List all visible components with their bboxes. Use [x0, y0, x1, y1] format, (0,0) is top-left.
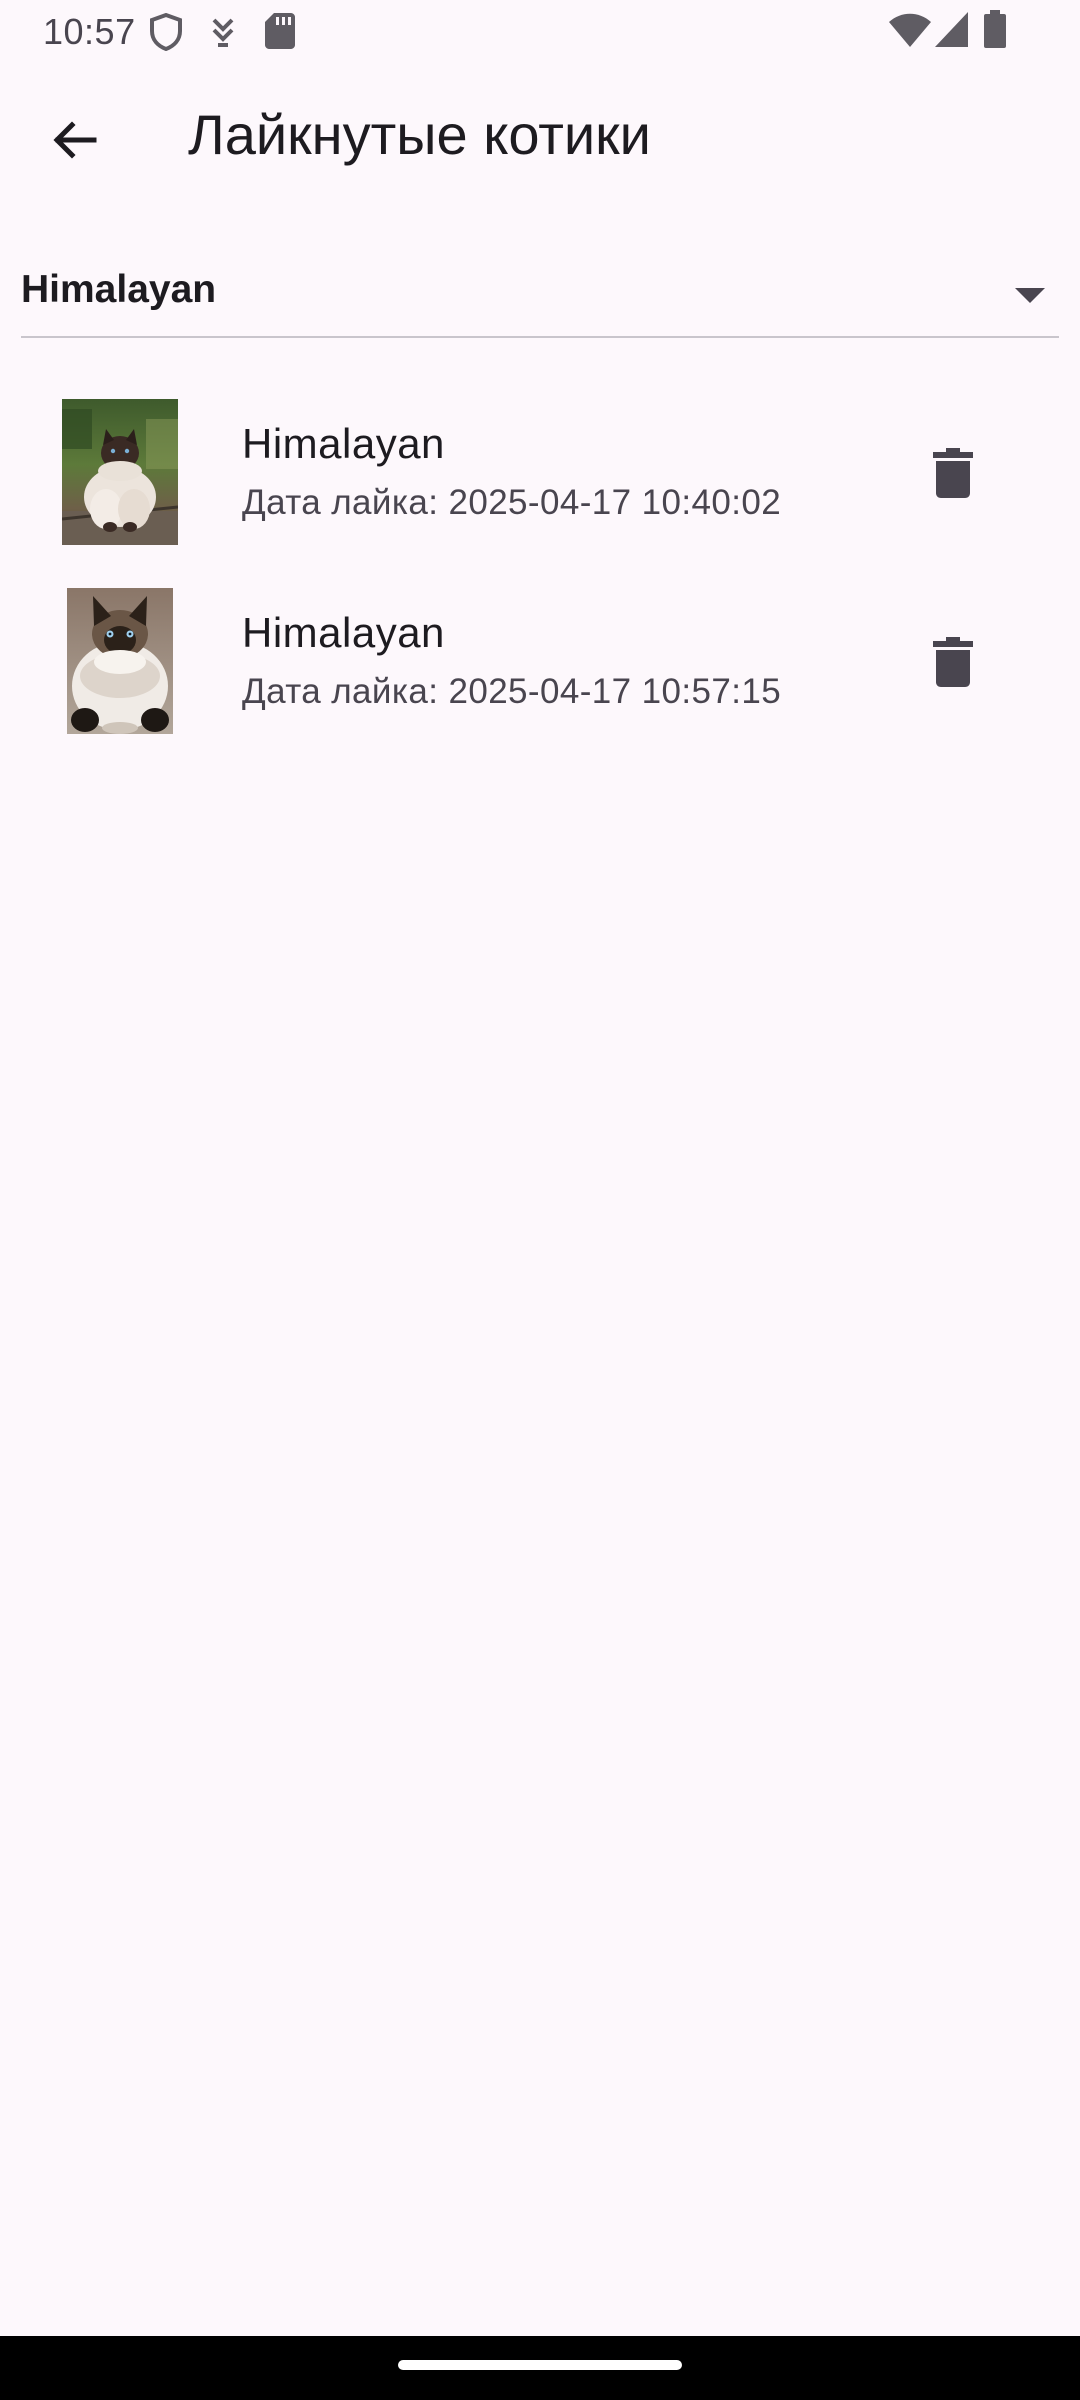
list-item[interactable]: Himalayan Дата лайка: 2025-04-17 10:40:0…	[0, 380, 1080, 569]
wifi-icon	[889, 13, 931, 47]
liked-cats-list: Himalayan Дата лайка: 2025-04-17 10:40:0…	[0, 380, 1080, 758]
shield-icon	[150, 13, 182, 51]
signal-icon	[935, 12, 968, 47]
sd-card-icon	[265, 13, 295, 49]
cat-thumbnail	[67, 588, 173, 734]
delete-button[interactable]	[900, 609, 1006, 715]
breed-dropdown[interactable]: Himalayan	[21, 252, 1059, 338]
arrow-back-icon	[53, 121, 97, 159]
home-gesture-handle[interactable]	[398, 2360, 682, 2370]
delete-icon	[933, 637, 973, 687]
breed-dropdown-value: Himalayan	[21, 268, 217, 311]
page-title: Лайкнутые котики	[188, 103, 651, 166]
cat-breed-label: Himalayan	[242, 420, 445, 467]
back-button[interactable]	[32, 98, 116, 182]
cat-thumbnail	[62, 399, 178, 545]
delete-icon	[933, 448, 973, 498]
navigation-bar	[0, 2336, 1080, 2400]
like-date-label: Дата лайка: 2025-04-17 10:40:02	[242, 483, 782, 522]
status-bar: 10:57	[0, 0, 1080, 62]
app-bar: Лайкнутые котики	[0, 62, 1080, 210]
battery-icon	[984, 10, 1006, 48]
like-date-label: Дата лайка: 2025-04-17 10:57:15	[242, 672, 782, 711]
status-time: 10:57	[43, 11, 136, 52]
dropdown-arrow-icon	[1015, 288, 1045, 303]
download-icon	[212, 18, 234, 47]
cat-breed-label: Himalayan	[242, 609, 445, 656]
list-item[interactable]: Himalayan Дата лайка: 2025-04-17 10:57:1…	[0, 569, 1080, 758]
delete-button[interactable]	[900, 420, 1006, 526]
